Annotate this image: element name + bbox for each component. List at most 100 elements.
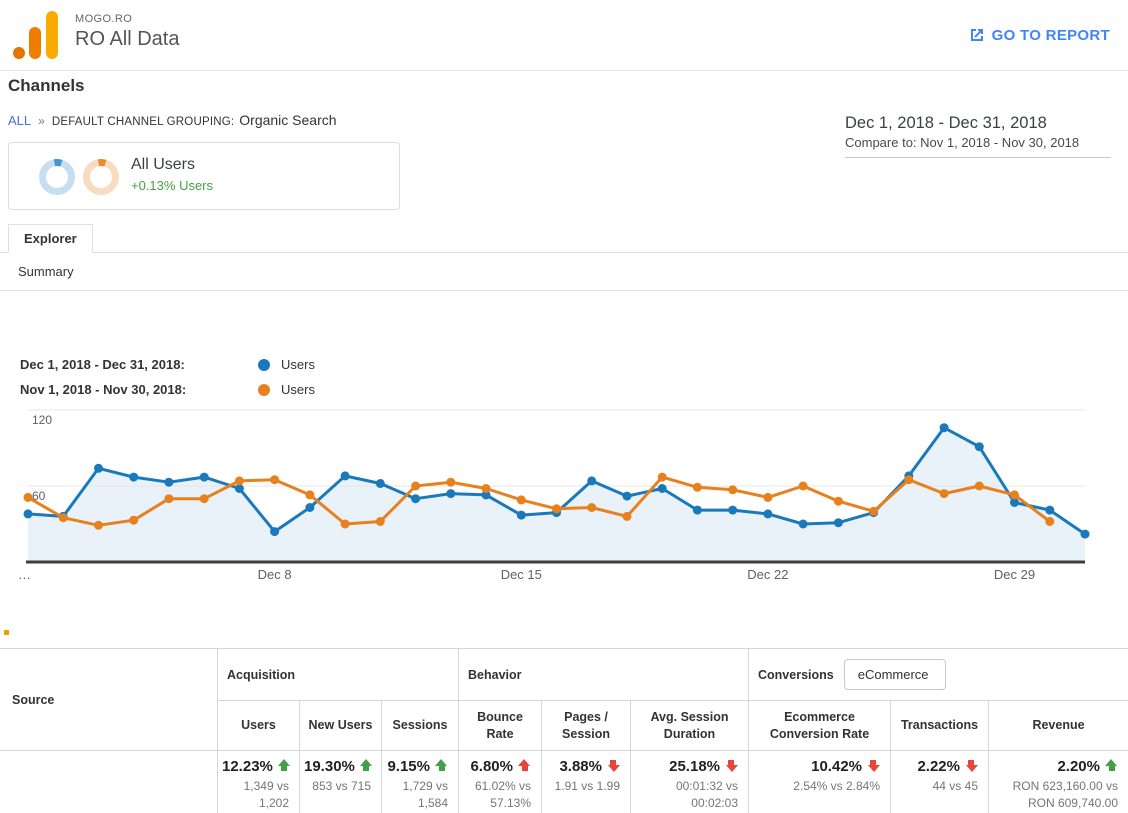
total-pages-session-detail: 1.91 vs 1.99	[546, 778, 620, 795]
group-header-behavior: Behavior	[458, 649, 748, 701]
total-pages-session: 3.88% 1.91 vs 1.99	[541, 751, 630, 813]
total-avg-session-duration-pct: 25.18%	[669, 758, 720, 775]
google-analytics-logo-icon	[13, 11, 61, 59]
breadcrumb-dimension-label: DEFAULT CHANNEL GROUPING:	[52, 116, 234, 128]
trend-arrow-icon	[965, 759, 978, 772]
segment-delta: +0.13% Users	[131, 178, 213, 193]
group-header-conversions: Conversions eCommerce	[748, 649, 1128, 701]
column-header-pages-session[interactable]: Pages / Session	[541, 701, 630, 751]
svg-text:…: …	[18, 567, 31, 582]
legend-series-label: Users	[281, 382, 315, 397]
view-name: RO All Data	[75, 28, 179, 51]
legend-series-label: Users	[281, 357, 315, 372]
subnav-summary[interactable]: Summary	[18, 264, 74, 279]
trend-arrow-icon	[725, 759, 738, 772]
svg-text:120: 120	[32, 413, 52, 427]
segment-title: All Users	[131, 156, 213, 174]
account-name: MOGO.RO	[75, 13, 179, 25]
breadcrumb-dimension-value: Organic Search	[239, 112, 336, 128]
trend-arrow-icon	[360, 759, 373, 772]
brand-block: MOGO.RO RO All Data	[75, 13, 179, 51]
segment-donuts	[37, 157, 121, 197]
total-sessions-detail: 1,729 vs 1,584	[386, 778, 448, 812]
trend-arrow-icon	[1105, 759, 1118, 772]
total-ecommerce-conversion-rate: 10.42% 2.54% vs 2.84%	[748, 751, 890, 813]
total-new-users: 19.30% 853 vs 715	[299, 751, 381, 813]
metrics-table: Source Acquisition Behavior Conversions …	[0, 648, 1128, 813]
total-pages-session-pct: 3.88%	[559, 758, 602, 775]
total-ecommerce-conversion-rate-detail: 2.54% vs 2.84%	[753, 778, 880, 795]
total-avg-session-duration-detail: 00:01:32 vs 00:02:03	[635, 778, 738, 812]
breadcrumb-separator: »	[38, 114, 45, 128]
breadcrumb: ALL » DEFAULT CHANNEL GROUPING: Organic …	[8, 112, 337, 128]
total-avg-session-duration: 25.18% 00:01:32 vs 00:02:03	[630, 751, 748, 813]
totals-row-label-cell	[0, 751, 217, 813]
go-to-report-link[interactable]: GO TO REPORT	[968, 26, 1110, 44]
trend-arrow-icon	[518, 759, 531, 772]
total-bounce-rate-pct: 6.80%	[470, 758, 513, 775]
legend-dot-compare-icon	[258, 384, 270, 396]
total-new-users-pct: 19.30%	[304, 758, 355, 775]
total-transactions: 2.22% 44 vs 45	[890, 751, 988, 813]
tab-strip: Explorer	[0, 224, 1128, 253]
total-revenue-pct: 2.20%	[1057, 758, 1100, 775]
total-new-users-detail: 853 vs 715	[304, 778, 371, 795]
total-transactions-detail: 44 vs 45	[895, 778, 978, 795]
column-header-bounce-rate[interactable]: Bounce Rate	[458, 701, 541, 751]
column-header-sessions[interactable]: Sessions	[381, 701, 458, 751]
column-header-users[interactable]: Users	[217, 701, 299, 751]
segment-card-all-users[interactable]: All Users +0.13% Users	[8, 142, 400, 210]
total-users-detail: 1,349 vs 1,202	[222, 778, 289, 812]
segment-text: All Users +0.13% Users	[131, 156, 213, 193]
total-bounce-rate: 6.80% 61.02% vs 57.13%	[458, 751, 541, 813]
svg-text:Dec 15: Dec 15	[501, 567, 542, 582]
legend-dot-primary-icon	[258, 359, 270, 371]
column-header-transactions[interactable]: Transactions	[890, 701, 988, 751]
svg-text:Dec 8: Dec 8	[258, 567, 292, 582]
donut-chart-primary-icon	[37, 157, 77, 197]
page-title: Channels	[8, 76, 85, 96]
date-range-block: Dec 1, 2018 - Dec 31, 2018 Compare to: N…	[845, 114, 1111, 158]
total-revenue: 2.20% RON 623,160.00 vs RON 609,740.00	[988, 751, 1128, 813]
trend-arrow-icon	[607, 759, 620, 772]
total-sessions-pct: 9.15%	[387, 758, 430, 775]
chart-legend: Dec 1, 2018 - Dec 31, 2018: Users Nov 1,…	[20, 352, 315, 402]
column-header-ecommerce-conversion-rate[interactable]: Ecommerce Conversion Rate	[748, 701, 890, 751]
date-range-compare: Compare to: Nov 1, 2018 - Nov 30, 2018	[845, 135, 1111, 150]
users-line-chart: 120 60 … Dec 8 Dec 15 Dec 22 Dec 29	[0, 400, 1128, 590]
svg-text:Dec 29: Dec 29	[994, 567, 1035, 582]
column-header-revenue[interactable]: Revenue	[988, 701, 1128, 751]
svg-text:Dec 22: Dec 22	[747, 567, 788, 582]
column-header-source: Source	[0, 649, 217, 751]
legend-date-label: Nov 1, 2018 - Nov 30, 2018:	[20, 382, 258, 397]
legend-row-compare: Nov 1, 2018 - Nov 30, 2018: Users	[20, 377, 315, 402]
total-users-pct: 12.23%	[222, 758, 273, 775]
donut-chart-compare-icon	[81, 157, 121, 197]
breadcrumb-all-link[interactable]: ALL	[8, 113, 31, 128]
trend-arrow-icon	[435, 759, 448, 772]
column-header-avg-session-duration[interactable]: Avg. Session Duration	[630, 701, 748, 751]
trend-arrow-icon	[278, 759, 291, 772]
artifact-dot	[4, 630, 9, 635]
column-header-new-users[interactable]: New Users	[299, 701, 381, 751]
external-link-icon	[968, 26, 986, 44]
total-transactions-pct: 2.22%	[917, 758, 960, 775]
conversions-label: Conversions	[758, 668, 834, 682]
total-users: 12.23% 1,349 vs 1,202	[217, 751, 299, 813]
total-bounce-rate-detail: 61.02% vs 57.13%	[463, 778, 531, 812]
analytics-report-page: MOGO.RO RO All Data GO TO REPORT Channel…	[0, 0, 1128, 813]
conversions-goal-select[interactable]: eCommerce	[844, 659, 946, 690]
total-revenue-detail: RON 623,160.00 vs RON 609,740.00	[993, 778, 1118, 812]
svg-text:60: 60	[32, 489, 46, 503]
trend-arrow-icon	[867, 759, 880, 772]
group-header-acquisition: Acquisition	[217, 649, 458, 701]
top-bar: MOGO.RO RO All Data GO TO REPORT	[0, 0, 1128, 71]
tab-explorer[interactable]: Explorer	[8, 224, 93, 253]
date-range-primary: Dec 1, 2018 - Dec 31, 2018	[845, 114, 1111, 133]
go-to-report-label: GO TO REPORT	[992, 27, 1110, 44]
total-ecommerce-conversion-rate-pct: 10.42%	[811, 758, 862, 775]
legend-row-primary: Dec 1, 2018 - Dec 31, 2018: Users	[20, 352, 315, 377]
total-sessions: 9.15% 1,729 vs 1,584	[381, 751, 458, 813]
subnav: Summary	[0, 253, 1128, 291]
legend-date-label: Dec 1, 2018 - Dec 31, 2018:	[20, 357, 258, 372]
